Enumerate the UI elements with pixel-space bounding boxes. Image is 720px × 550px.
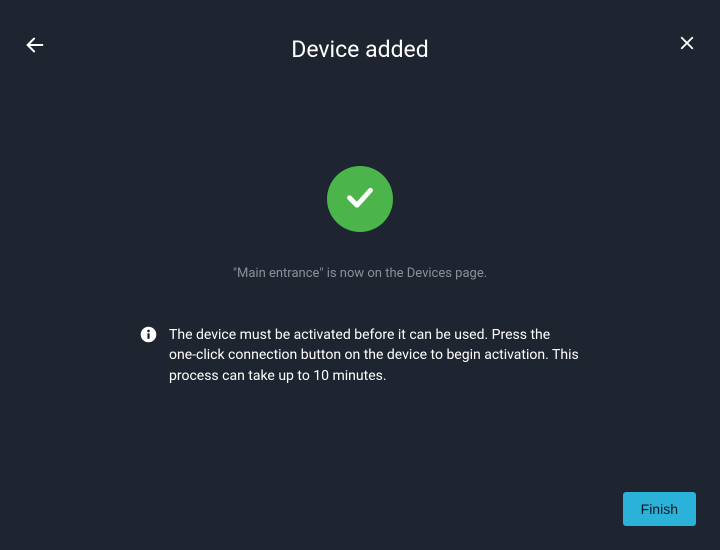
dialog-header: Device added (0, 0, 720, 70)
dialog-content: "Main entrance" is now on the Devices pa… (0, 70, 720, 386)
dialog-title: Device added (291, 36, 428, 63)
finish-button[interactable]: Finish (623, 492, 696, 526)
close-button[interactable] (678, 34, 696, 56)
back-button[interactable] (24, 34, 46, 60)
status-message: "Main entrance" is now on the Devices pa… (233, 266, 487, 281)
success-badge (327, 166, 393, 232)
info-icon (140, 326, 157, 347)
close-icon (678, 34, 696, 56)
info-message: The device must be activated before it c… (169, 325, 580, 386)
checkmark-icon (342, 179, 378, 219)
arrow-left-icon (24, 34, 46, 60)
info-row: The device must be activated before it c… (140, 325, 580, 386)
